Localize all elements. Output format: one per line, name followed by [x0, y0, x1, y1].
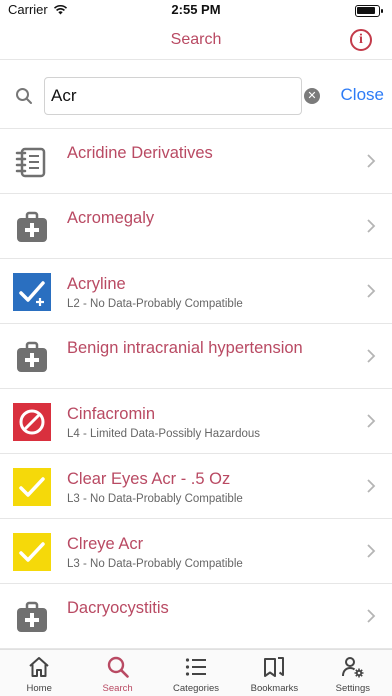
check-plus-blue-icon [13, 273, 51, 311]
chevron-right-icon [367, 284, 376, 298]
tab-bookmarks[interactable]: Bookmarks [235, 650, 313, 696]
clear-icon[interactable]: ✕ [304, 88, 320, 104]
list-item[interactable]: Acryline L2 - No Data-Probably Compatibl… [0, 259, 392, 324]
item-subtitle: L4 - Limited Data-Possibly Hazardous [67, 428, 261, 440]
tab-settings[interactable]: Settings [314, 650, 392, 696]
search-icon [16, 88, 32, 104]
list-item[interactable]: Clreye Acr L3 - No Data-Probably Compati… [0, 519, 392, 584]
info-icon[interactable]: i [350, 29, 372, 51]
list-item[interactable]: Acridine Derivatives [0, 129, 392, 194]
status-time: 2:55 PM [171, 2, 221, 17]
tab-home[interactable]: Home [0, 650, 78, 696]
list-item[interactable]: Dacryocystitis [0, 584, 392, 649]
check-yellow-icon [13, 533, 51, 571]
tab-label: Search [102, 683, 133, 694]
results-list: Acridine Derivatives Acromegaly Acryline… [0, 129, 392, 649]
status-bar: Carrier 2:55 PM [0, 0, 392, 22]
search-icon [107, 656, 129, 678]
medical-kit-icon [17, 341, 47, 372]
item-title: Acridine Derivatives [67, 144, 213, 162]
chevron-right-icon [367, 609, 376, 623]
chevron-right-icon [367, 349, 376, 363]
item-subtitle: L3 - No Data-Probably Compatible [67, 558, 243, 570]
chevron-right-icon [367, 154, 376, 168]
tab-categories[interactable]: Categories [157, 650, 235, 696]
list-item[interactable]: Clear Eyes Acr - .5 Oz L3 - No Data-Prob… [0, 454, 392, 519]
medical-kit-icon [17, 601, 47, 632]
tab-label: Settings [335, 683, 370, 694]
item-title: Benign intracranial hypertension [67, 339, 303, 357]
list-item[interactable]: Cinfacromin L4 - Limited Data-Possibly H… [0, 389, 392, 454]
item-subtitle: L2 - No Data-Probably Compatible [67, 298, 243, 310]
tab-bar: Home Search Categories Bookmarks Setting… [0, 649, 392, 696]
search-bar: ✕ Close [0, 61, 392, 129]
chevron-right-icon [367, 219, 376, 233]
check-yellow-icon [13, 468, 51, 506]
item-title: Clear Eyes Acr - .5 Oz [67, 470, 231, 488]
tab-label: Home [26, 683, 52, 694]
chevron-right-icon [367, 479, 376, 493]
chevron-right-icon [367, 544, 376, 558]
user-gear-icon [341, 657, 364, 678]
tab-label: Bookmarks [250, 683, 299, 694]
prohibited-red-icon [13, 403, 51, 441]
item-title: Acryline [67, 275, 126, 293]
item-title: Acromegaly [67, 209, 155, 227]
list-item[interactable]: Acromegaly [0, 194, 392, 259]
battery-icon [355, 5, 383, 17]
notepad-list-icon [15, 147, 46, 178]
bookmark-icon [264, 657, 285, 677]
item-title: Clreye Acr [67, 535, 144, 553]
list-item[interactable]: Benign intracranial hypertension [0, 324, 392, 389]
tab-label: Categories [173, 683, 219, 694]
search-input[interactable] [44, 77, 302, 115]
medical-kit-icon [17, 211, 47, 242]
close-button[interactable]: Close [341, 85, 384, 105]
chevron-right-icon [367, 414, 376, 428]
item-title: Dacryocystitis [67, 599, 169, 617]
navigation-bar: Search i [0, 22, 392, 60]
tab-search[interactable]: Search [78, 650, 156, 696]
page-title: Search [170, 31, 222, 48]
list-icon [185, 658, 207, 676]
item-title: Cinfacromin [67, 405, 156, 423]
home-icon [29, 657, 49, 677]
item-subtitle: L3 - No Data-Probably Compatible [67, 493, 243, 505]
